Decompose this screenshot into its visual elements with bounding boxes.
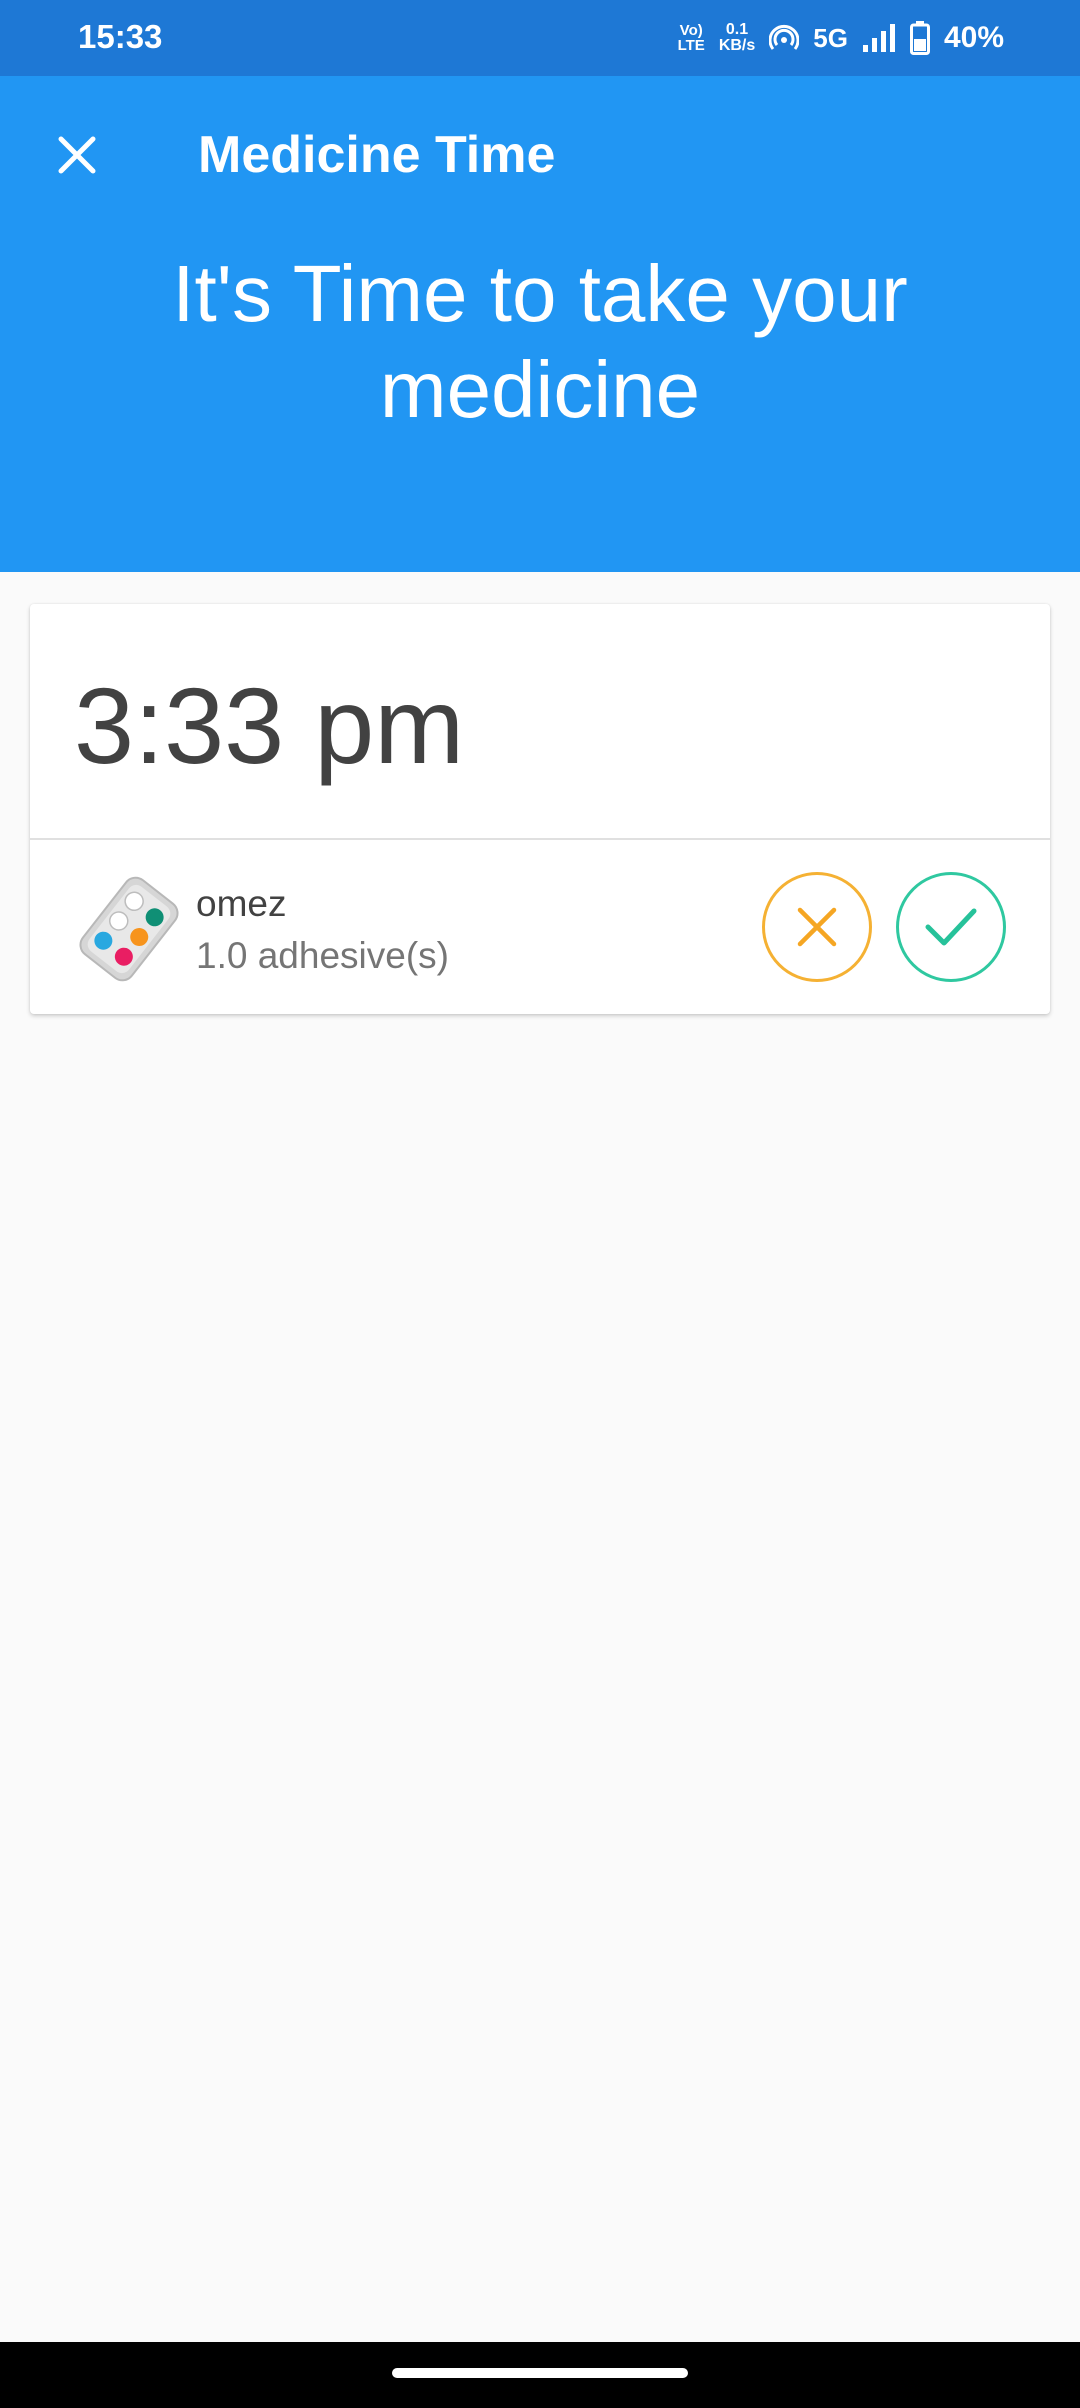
volte-indicator: Vo) LTE [678, 23, 705, 53]
status-bar: 15:33 Vo) LTE 0.1 KB/s 5G 40% [0, 0, 1080, 76]
check-icon [925, 908, 977, 946]
network-speed: 0.1 KB/s [719, 22, 755, 54]
hotspot-icon [769, 24, 800, 50]
close-icon [797, 907, 837, 947]
toolbar-title: Medicine Time [198, 126, 556, 184]
signal-icon [862, 24, 895, 52]
status-time: 15:33 [78, 18, 163, 55]
pill-pack-icon [79, 876, 179, 982]
status-icons: Vo) LTE 0.1 KB/s 5G 40% [678, 16, 1004, 60]
battery-icon [909, 21, 930, 55]
close-button[interactable] [46, 124, 108, 186]
system-nav-bar [0, 2342, 1080, 2408]
medicine-dose: 1.0 adhesive(s) [196, 935, 449, 976]
reminder-time: 3:33 pm [74, 665, 465, 786]
medicine-name: omez [196, 883, 287, 924]
card-divider [30, 838, 1050, 840]
skip-dose-button[interactable] [762, 872, 872, 982]
volte-top: Vo) [679, 22, 703, 39]
reminder-card: 3:33 pm omez 1.0 adhesive(s) [30, 604, 1050, 1014]
app-header: Medicine Time It's Time to take your med… [0, 76, 1080, 572]
network-speed-unit: KB/s [718, 37, 756, 54]
close-icon [58, 136, 96, 174]
volte-bottom: LTE [677, 37, 705, 54]
network-type: 5G [813, 22, 848, 53]
network-speed-value: 0.1 [725, 21, 749, 38]
home-indicator[interactable] [392, 2368, 688, 2378]
reminder-headline: It's Time to take your medicine [172, 249, 908, 434]
take-dose-button[interactable] [896, 872, 1006, 982]
battery-percent: 40% [943, 21, 1004, 54]
